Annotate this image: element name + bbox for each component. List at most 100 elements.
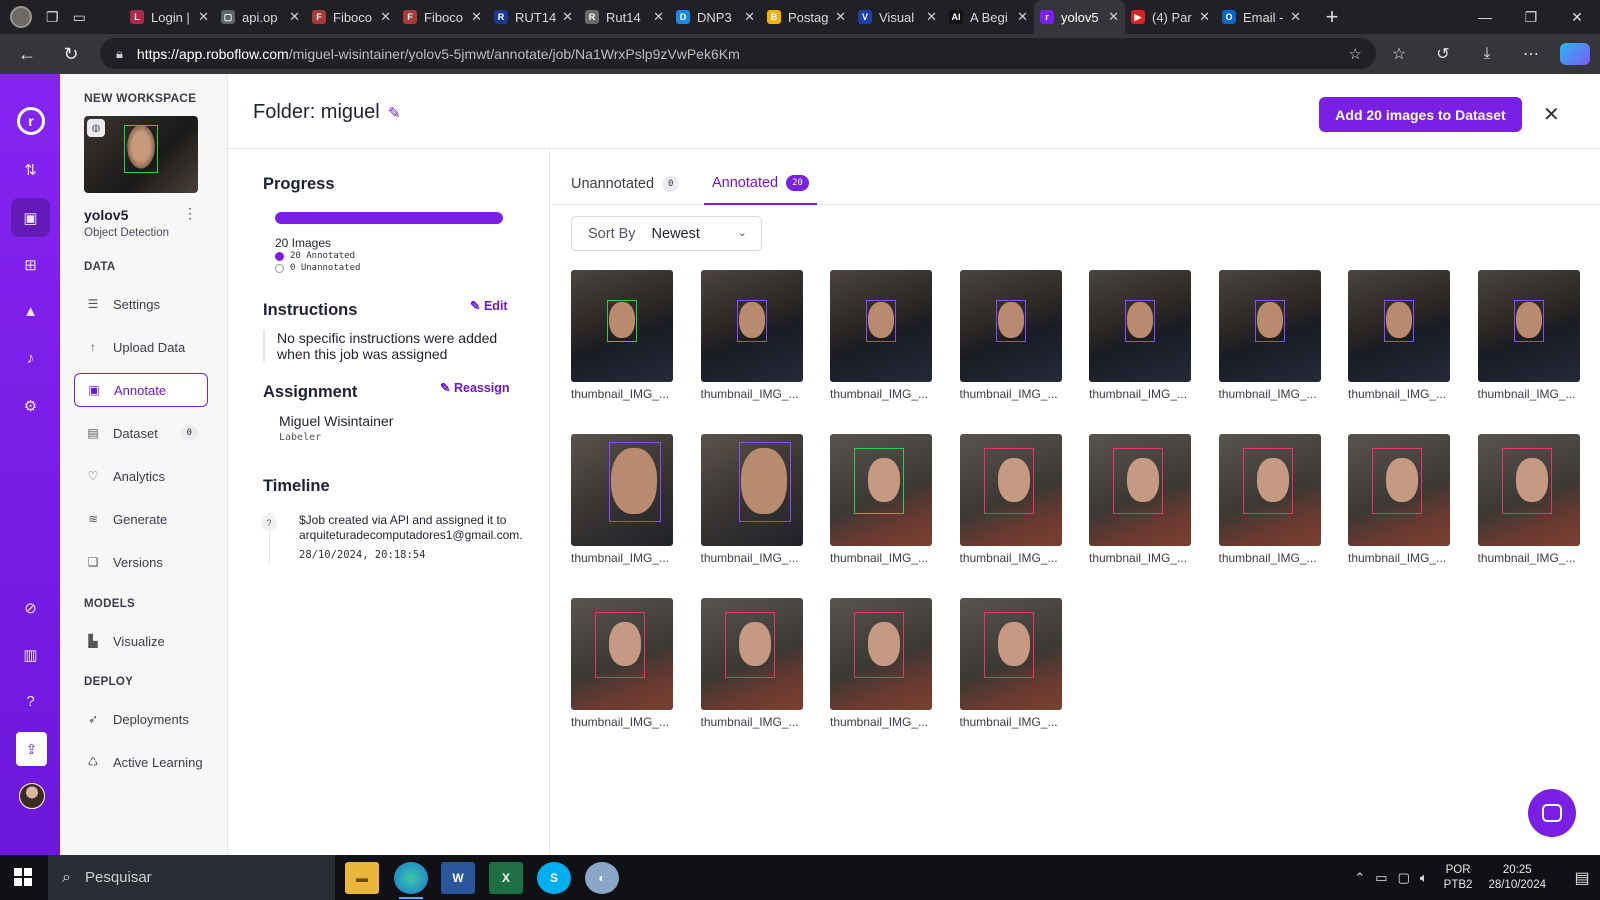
tab-close-icon[interactable]: ✕ <box>1290 9 1301 25</box>
browser-tab[interactable]: R Rut14 ✕ <box>579 0 670 34</box>
input-language[interactable]: POR PTB2 <box>1444 863 1473 893</box>
sidebar-item-deployments[interactable]: ➶ Deployments <box>74 702 208 736</box>
lock-icon[interactable]: 🔒︎ <box>116 46 123 62</box>
sidebar-item-dataset[interactable]: ▤ Dataset 0 <box>74 416 208 450</box>
user-avatar[interactable] <box>19 783 45 809</box>
favorite-star-icon[interactable]: ☆ <box>1349 45 1362 63</box>
project-name[interactable]: yolov5 <box>84 207 128 223</box>
browser-tab[interactable]: AI A Begi ✕ <box>943 0 1034 34</box>
tab-close-icon[interactable]: ✕ <box>1108 9 1119 25</box>
browser-tab[interactable]: F Fiboco ✕ <box>397 0 488 34</box>
sidebar-item-versions[interactable]: ❏ Versions <box>74 545 208 579</box>
browser-tab[interactable]: ▢ api.op ✕ <box>215 0 306 34</box>
tab-close-icon[interactable]: ✕ <box>289 9 300 25</box>
project-kebab-menu-icon[interactable]: ⋮ <box>183 205 197 222</box>
image-thumbnail[interactable] <box>1218 270 1321 382</box>
history-icon[interactable]: ↺ <box>1428 44 1458 64</box>
image-thumbnail[interactable] <box>1348 270 1450 382</box>
tab-unannotated[interactable]: Unannotated 0 <box>563 163 687 205</box>
maximize-icon[interactable]: ❐ <box>1508 9 1554 26</box>
tab-close-icon[interactable]: ✕ <box>835 9 846 25</box>
add-to-dataset-button[interactable]: Add 20 images to Dataset <box>1319 97 1522 132</box>
image-thumbnail[interactable] <box>1348 434 1450 546</box>
library-books-icon[interactable]: ▥ <box>11 635 50 674</box>
image-thumbnail[interactable] <box>959 598 1062 710</box>
roboflow-logo-icon[interactable]: r <box>17 107 45 135</box>
more-menu-icon[interactable]: ⋯ <box>1516 44 1546 64</box>
reload-icon[interactable]: ↻ <box>56 44 86 65</box>
back-icon[interactable]: ← <box>12 44 42 65</box>
word-icon[interactable]: W <box>441 862 475 894</box>
projects-inbox-icon[interactable]: ▣ <box>11 198 50 237</box>
image-thumbnail[interactable] <box>700 270 803 382</box>
tray-display-icon[interactable]: ▢ <box>1398 870 1410 886</box>
notifications-bell-icon[interactable]: ♪ <box>11 339 50 378</box>
browser-tab[interactable]: ▶ (4) Par ✕ <box>1125 0 1216 34</box>
tab-close-icon[interactable]: ✕ <box>653 9 664 25</box>
downloads-icon[interactable]: ⤓ <box>1472 45 1502 63</box>
browser-tab[interactable]: L Login | ✕ <box>124 0 215 34</box>
rail-upload-icon[interactable]: ⇪ <box>16 732 47 766</box>
image-thumbnail[interactable] <box>830 270 932 382</box>
image-thumbnail[interactable] <box>1477 434 1580 546</box>
sidebar-item-upload-data[interactable]: ↑ Upload Data <box>74 330 208 364</box>
image-thumbnail[interactable] <box>700 598 803 710</box>
reassign-button[interactable]: ✎ Reassign <box>440 380 510 395</box>
chat-support-button[interactable] <box>1528 789 1576 837</box>
copilot-icon[interactable] <box>1560 43 1590 65</box>
sidebar-item-generate[interactable]: ≋ Generate <box>74 502 208 536</box>
browser-profile-avatar[interactable] <box>10 6 32 28</box>
image-thumbnail[interactable] <box>571 270 673 382</box>
sidebar-item-settings[interactable]: ☰ Settings <box>74 287 208 321</box>
image-thumbnail[interactable] <box>700 434 803 546</box>
tab-actions-icon[interactable]: ▭ <box>73 9 86 26</box>
tab-close-icon[interactable]: ✕ <box>471 9 482 25</box>
image-thumbnail[interactable] <box>571 598 673 710</box>
sidebar-item-analytics[interactable]: ♡ Analytics <box>74 459 208 493</box>
edge-browser-icon[interactable] <box>394 862 428 899</box>
browser-tab[interactable]: D DNP3 ✕ <box>670 0 761 34</box>
help-icon[interactable]: ? <box>11 682 50 721</box>
universe-icon[interactable]: ⊘ <box>11 588 50 627</box>
browser-tab[interactable]: F Fiboco ✕ <box>306 0 397 34</box>
favorites-icon[interactable]: ☆ <box>1384 44 1414 64</box>
file-explorer-icon[interactable]: ▬ <box>345 862 379 894</box>
sidebar-item-visualize[interactable]: ▙ Visualize <box>74 624 208 658</box>
image-thumbnail[interactable] <box>959 270 1062 382</box>
tray-volume-icon[interactable]: 🔈︎ <box>1420 870 1428 886</box>
settings-gear-icon[interactable]: ⚙ <box>11 386 50 425</box>
sidebar-item-annotate[interactable]: ▣ Annotate <box>74 373 208 407</box>
monitoring-icon[interactable]: ▲ <box>11 292 50 331</box>
image-thumbnail[interactable] <box>571 434 673 546</box>
taskbar-search[interactable]: ⌕ Pesquisar <box>48 855 335 900</box>
notifications-icon[interactable]: ▤ <box>1564 868 1600 888</box>
image-thumbnail[interactable] <box>830 598 932 710</box>
tray-chevron-up-icon[interactable]: ⌃ <box>1354 870 1365 886</box>
project-thumbnail[interactable]: ◍ <box>84 116 198 193</box>
browser-tab[interactable]: R RUT14 ✕ <box>488 0 579 34</box>
browser-tab[interactable]: O Email - ✕ <box>1216 0 1307 34</box>
tab-close-icon[interactable]: ✕ <box>380 9 391 25</box>
sort-select[interactable]: Sort By Newest ⌄ <box>571 216 762 251</box>
skype-icon[interactable]: S <box>537 862 571 894</box>
sidebar-item-active-learning[interactable]: ♺ Active Learning <box>74 745 208 779</box>
paint-icon[interactable]: ◐ <box>585 862 619 894</box>
image-thumbnail[interactable] <box>959 434 1062 546</box>
close-icon[interactable]: ✕ <box>1543 102 1560 127</box>
image-thumbnail[interactable] <box>1218 434 1321 546</box>
minimize-icon[interactable]: — <box>1462 9 1508 25</box>
tab-close-icon[interactable]: ✕ <box>198 9 209 25</box>
edit-instructions-button[interactable]: ✎ Edit <box>470 298 508 313</box>
address-bar[interactable]: 🔒︎ https://app.roboflow.com/miguel-wisin… <box>100 38 1376 69</box>
browser-tab[interactable]: r yolov5 ✕ <box>1034 0 1125 34</box>
tab-close-icon[interactable]: ✕ <box>562 9 573 25</box>
sort-arrows-icon[interactable]: ⇅ <box>11 150 50 189</box>
image-thumbnail[interactable] <box>1089 270 1191 382</box>
workspaces-icon[interactable]: ❐ <box>46 9 59 26</box>
image-thumbnail[interactable] <box>830 434 932 546</box>
windows-start-icon[interactable] <box>14 868 32 886</box>
new-tab-button[interactable]: + <box>1317 4 1347 30</box>
browser-tab[interactable]: V Visual ✕ <box>852 0 943 34</box>
tray-network-icon[interactable]: ▭ <box>1375 870 1387 886</box>
tab-close-icon[interactable]: ✕ <box>744 9 755 25</box>
